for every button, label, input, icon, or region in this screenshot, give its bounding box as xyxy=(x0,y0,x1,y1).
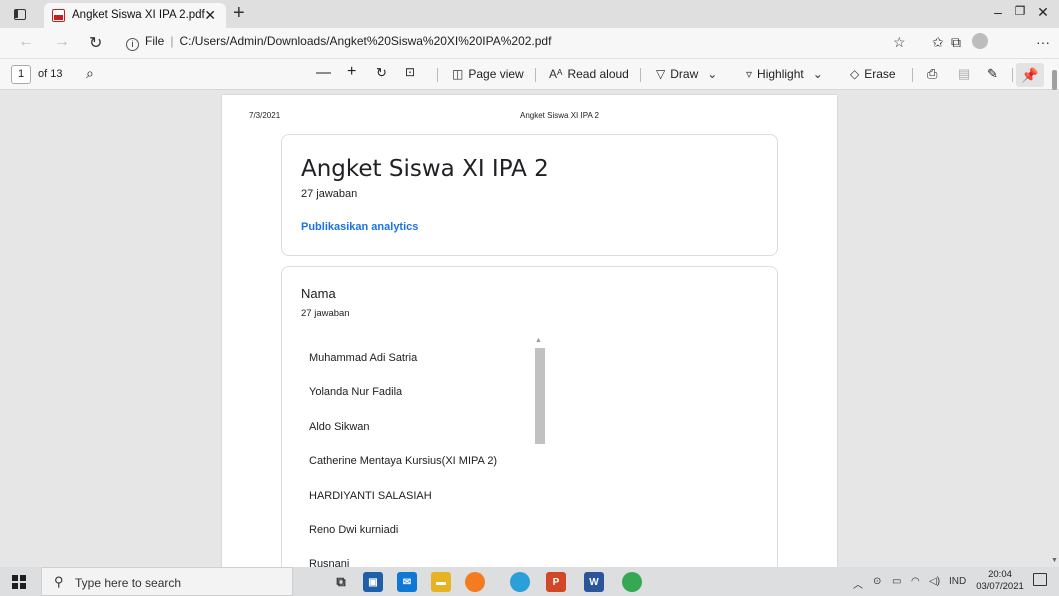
info-icon[interactable]: i xyxy=(126,38,139,51)
chrome-icon[interactable] xyxy=(622,572,642,592)
back-icon[interactable]: ← xyxy=(18,33,34,51)
list-item: Rusnani xyxy=(309,558,350,567)
eraser-icon: ◇ xyxy=(850,67,860,81)
tray-app-icon[interactable]: ⊙ xyxy=(873,576,881,587)
pdf-toolbar: 1 of 13 ⌕ — + ↻ ⊡ ◫ Page view Aᴬ Read alou… xyxy=(0,58,1059,90)
response-list: Muhammad Adi Satria Yolanda Nur Fadila A… xyxy=(309,341,739,567)
question-response-count: 27 jawaban xyxy=(301,308,350,319)
clock-time: 20:04 xyxy=(988,569,1012,580)
volume-icon[interactable]: ◁) xyxy=(929,576,940,587)
rotate-icon[interactable]: ↻ xyxy=(376,65,387,81)
close-window-icon[interactable]: ✕ xyxy=(1033,4,1053,21)
new-tab-button[interactable]: + xyxy=(233,2,245,25)
form-response-count: 27 jawaban xyxy=(301,188,358,200)
restore-icon[interactable]: ❐ xyxy=(1010,4,1030,18)
edge-icon[interactable] xyxy=(510,572,530,592)
taskbar: ⚲ Type here to search ⧉ ▣ ✉ ▬ P W ︿ ⊙ ▭ … xyxy=(0,567,1059,596)
refresh-icon[interactable]: ↻ xyxy=(89,33,102,53)
tab-actions-icon[interactable] xyxy=(12,6,28,22)
browser-tab[interactable]: Angket Siswa XI IPA 2.pdf ✕ xyxy=(44,3,226,28)
taskbar-search[interactable]: ⚲ Type here to search xyxy=(41,567,293,596)
more-icon[interactable]: ··· xyxy=(1036,34,1050,50)
highlight-button[interactable]: ▿ Highlight ⌄ xyxy=(746,67,828,81)
zoom-out-icon[interactable]: — xyxy=(316,64,331,81)
draw-button[interactable]: ▽ Draw ⌄ xyxy=(656,67,722,81)
clock-date: 03/07/2021 xyxy=(976,581,1024,592)
draw-icon: ▽ xyxy=(656,67,666,81)
response-list-scrollbar[interactable] xyxy=(535,348,545,444)
page-number-input[interactable]: 1 xyxy=(11,65,31,84)
firefox-icon[interactable] xyxy=(465,572,485,592)
page-header-title: Angket Siswa XI IPA 2 xyxy=(520,111,600,120)
pdf-page: 7/3/2021 Angket Siswa XI IPA 2 Angket Si… xyxy=(222,95,837,567)
file-explorer-icon[interactable]: ▬ xyxy=(431,572,451,592)
close-tab-icon[interactable]: ✕ xyxy=(204,7,216,24)
find-icon[interactable]: ⌕ xyxy=(86,65,94,82)
zoom-in-icon[interactable]: + xyxy=(347,63,356,81)
clock[interactable]: 20:04 03/07/2021 xyxy=(975,569,1025,593)
page-view-icon: ◫ xyxy=(452,67,464,81)
page-header-date: 7/3/2021 xyxy=(249,111,281,120)
print-icon[interactable]: ⎙ xyxy=(927,66,937,82)
page-count: of 13 xyxy=(38,68,63,80)
pdf-icon xyxy=(52,9,65,22)
task-view-icon[interactable]: ⧉ xyxy=(331,572,351,592)
tab-strip: Angket Siswa XI IPA 2.pdf ✕ + – ❐ ✕ xyxy=(0,0,1059,28)
highlight-icon: ▿ xyxy=(746,67,753,81)
url-text: C:/Users/Admin/Downloads/Angket%20Siswa%… xyxy=(179,34,552,48)
pin-toolbar-icon[interactable]: 📌 xyxy=(1016,63,1044,87)
notification-icon[interactable] xyxy=(1033,573,1047,586)
list-item: HARDIYANTI SALASIAH xyxy=(309,489,432,502)
scroll-down-icon[interactable]: ▼ xyxy=(1051,557,1058,564)
fit-page-icon[interactable]: ⊡ xyxy=(405,65,415,79)
publish-analytics-link[interactable]: Publikasikan analytics xyxy=(301,221,418,233)
favorites-add-icon[interactable]: ☆ xyxy=(893,34,906,51)
battery-icon[interactable]: ▭ xyxy=(892,576,901,587)
store-icon[interactable]: ▣ xyxy=(363,572,383,592)
windows-start-icon[interactable] xyxy=(12,575,26,589)
url-field[interactable]: i File | C:/Users/Admin/Downloads/Angket%20… xyxy=(126,34,551,51)
chevron-down-icon: ⌄ xyxy=(812,67,823,81)
page-view-button[interactable]: ◫ Page view xyxy=(452,67,524,81)
list-item: Catherine Mentaya Kursius(XI MIPA 2) xyxy=(309,455,498,468)
address-bar: ← → ↻ i File | C:/Users/Admin/Downloads/Ang… xyxy=(0,28,1059,58)
list-item: Yolanda Nur Fadila xyxy=(309,386,403,399)
question-card: Nama 27 jawaban Muhammad Adi Satria Yola… xyxy=(281,266,778,567)
erase-button[interactable]: ◇ Erase xyxy=(850,67,896,81)
list-item: Reno Dwi kurniadi xyxy=(309,523,399,536)
mail-icon[interactable]: ✉ xyxy=(397,572,417,592)
read-aloud-button[interactable]: Aᴬ Read aloud xyxy=(549,67,629,81)
tray-chevron-icon[interactable]: ︿ xyxy=(853,576,863,591)
save-as-icon[interactable]: ✎ xyxy=(987,66,998,82)
tab-title: Angket Siswa XI IPA 2.pdf xyxy=(72,9,205,21)
form-summary-card: Angket Siswa XI IPA 2 27 jawaban Publika… xyxy=(281,134,778,256)
forward-icon[interactable]: → xyxy=(54,33,70,51)
profile-avatar[interactable] xyxy=(972,33,988,49)
minimize-icon[interactable]: – xyxy=(988,4,1008,20)
powerpoint-icon[interactable]: P xyxy=(546,572,566,592)
chevron-down-icon: ⌄ xyxy=(707,67,718,81)
save-icon[interactable]: ▤ xyxy=(958,66,970,82)
search-placeholder: Type here to search xyxy=(75,576,182,590)
read-aloud-icon: Aᴬ xyxy=(549,67,563,81)
list-item: Aldo Sikwan xyxy=(309,420,370,433)
wifi-icon[interactable]: ◠ xyxy=(911,576,920,587)
url-prefix: File xyxy=(145,34,165,48)
pdf-viewer: 7/3/2021 Angket Siswa XI IPA 2 Angket Si… xyxy=(0,91,1059,567)
scroll-up-icon[interactable]: ▲ xyxy=(535,337,542,344)
form-title: Angket Siswa XI IPA 2 xyxy=(301,156,549,182)
question-title: Nama xyxy=(301,286,336,301)
language-indicator[interactable]: IND xyxy=(949,576,966,587)
collections-icon[interactable]: ⧉ xyxy=(951,34,961,51)
search-icon: ⚲ xyxy=(54,574,64,589)
word-icon[interactable]: W xyxy=(584,572,604,592)
favorites-icon[interactable]: ✩ xyxy=(932,34,944,51)
list-item: Muhammad Adi Satria xyxy=(309,352,418,364)
page-scrollbar[interactable] xyxy=(1052,70,1057,90)
